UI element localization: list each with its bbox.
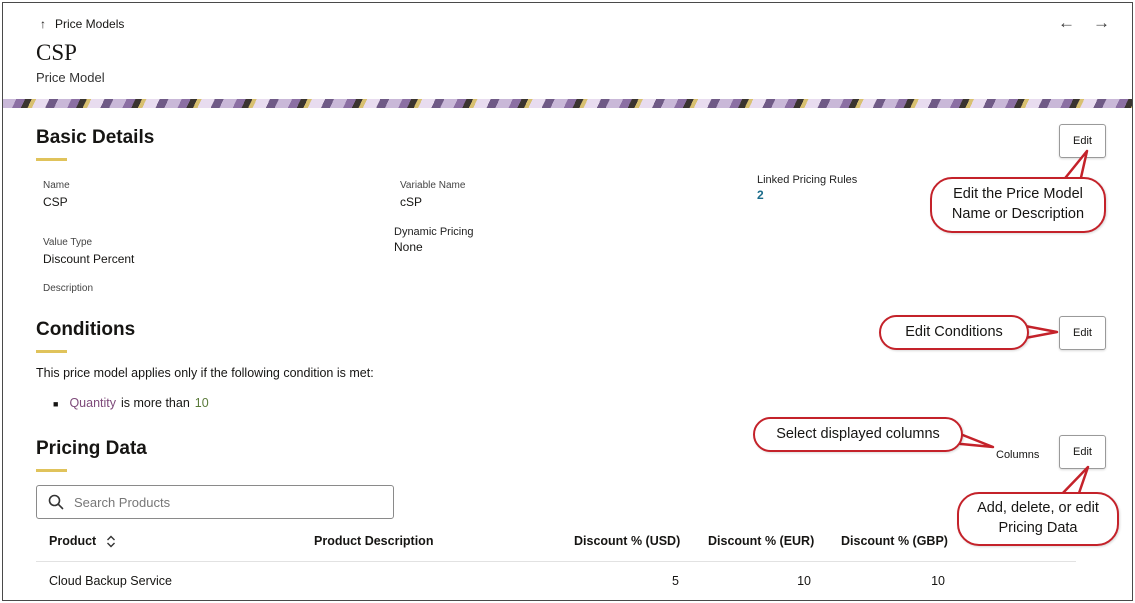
basic-details-edit-button[interactable]: Edit <box>1059 124 1106 158</box>
condition-attribute-link[interactable]: Quantity <box>69 396 116 410</box>
callout-pricing-edit: Add, delete, or edit Pricing Data <box>957 492 1119 546</box>
callout-columns: Select displayed columns <box>753 417 963 452</box>
cell-discount-gbp: 10 <box>931 574 945 588</box>
conditions-edit-button[interactable]: Edit <box>1059 316 1106 350</box>
breadcrumb-label: Price Models <box>55 17 125 31</box>
sort-icon[interactable] <box>106 535 116 548</box>
condition-item: ■ Quantity is more than 10 <box>53 396 209 410</box>
pricing-data-edit-button[interactable]: Edit <box>1059 435 1106 469</box>
arrow-up-icon: ↑ <box>40 17 46 31</box>
callout-basic-edit: Edit the Price Model Name or Description <box>930 177 1106 233</box>
table-divider <box>36 561 1076 562</box>
bullet-icon: ■ <box>53 399 59 409</box>
column-header-product[interactable]: Product <box>49 534 116 548</box>
name-value: CSP <box>43 195 68 209</box>
value-type-label: Value Type <box>43 237 93 248</box>
decorative-banner <box>3 99 1132 108</box>
columns-button[interactable]: Columns <box>996 449 1039 461</box>
dynamic-pricing-label: Dynamic Pricing <box>394 226 474 238</box>
value-type-value: Discount Percent <box>43 252 135 266</box>
cell-discount-eur: 10 <box>797 574 811 588</box>
arrow-left-icon[interactable]: ← <box>1058 13 1075 33</box>
column-header-discount-gbp[interactable]: Discount % (GBP) <box>841 534 948 548</box>
condition-value: 10 <box>194 396 209 410</box>
search-icon <box>48 494 64 510</box>
linked-pricing-rules-link[interactable]: 2 <box>757 188 764 202</box>
search-input[interactable] <box>74 494 374 510</box>
page-title: CSP <box>36 40 77 65</box>
conditions-title: Conditions <box>36 319 136 340</box>
conditions-intro: This price model applies only if the fol… <box>36 366 374 380</box>
pricing-data-title: Pricing Data <box>36 438 147 459</box>
column-header-discount-eur[interactable]: Discount % (EUR) <box>708 534 814 548</box>
column-header-discount-usd[interactable]: Discount % (USD) <box>574 534 680 548</box>
section-underline <box>36 158 67 161</box>
cell-discount-usd: 5 <box>672 574 679 588</box>
column-header-label: Product <box>49 534 97 548</box>
condition-operator: is more than <box>121 396 190 410</box>
section-underline <box>36 469 67 472</box>
column-header-description[interactable]: Product Description <box>314 534 433 548</box>
variable-name-label: Variable Name <box>400 180 466 191</box>
description-label: Description <box>43 283 94 294</box>
cell-product: Cloud Backup Service <box>49 574 172 588</box>
variable-name-value: cSP <box>400 195 423 209</box>
dynamic-pricing-value: None <box>394 240 423 254</box>
linked-pricing-rules-label: Linked Pricing Rules <box>757 174 858 186</box>
basic-details-title: Basic Details <box>36 127 155 148</box>
breadcrumb[interactable]: ↑ Price Models <box>40 17 124 31</box>
callout-conditions-edit: Edit Conditions <box>879 315 1029 350</box>
search-products-field[interactable] <box>36 485 394 519</box>
section-underline <box>36 350 67 353</box>
name-label: Name <box>43 180 70 191</box>
arrow-right-icon[interactable]: → <box>1093 13 1110 33</box>
record-navigation: ← → <box>1058 13 1110 33</box>
page-subtitle: Price Model <box>36 70 105 85</box>
